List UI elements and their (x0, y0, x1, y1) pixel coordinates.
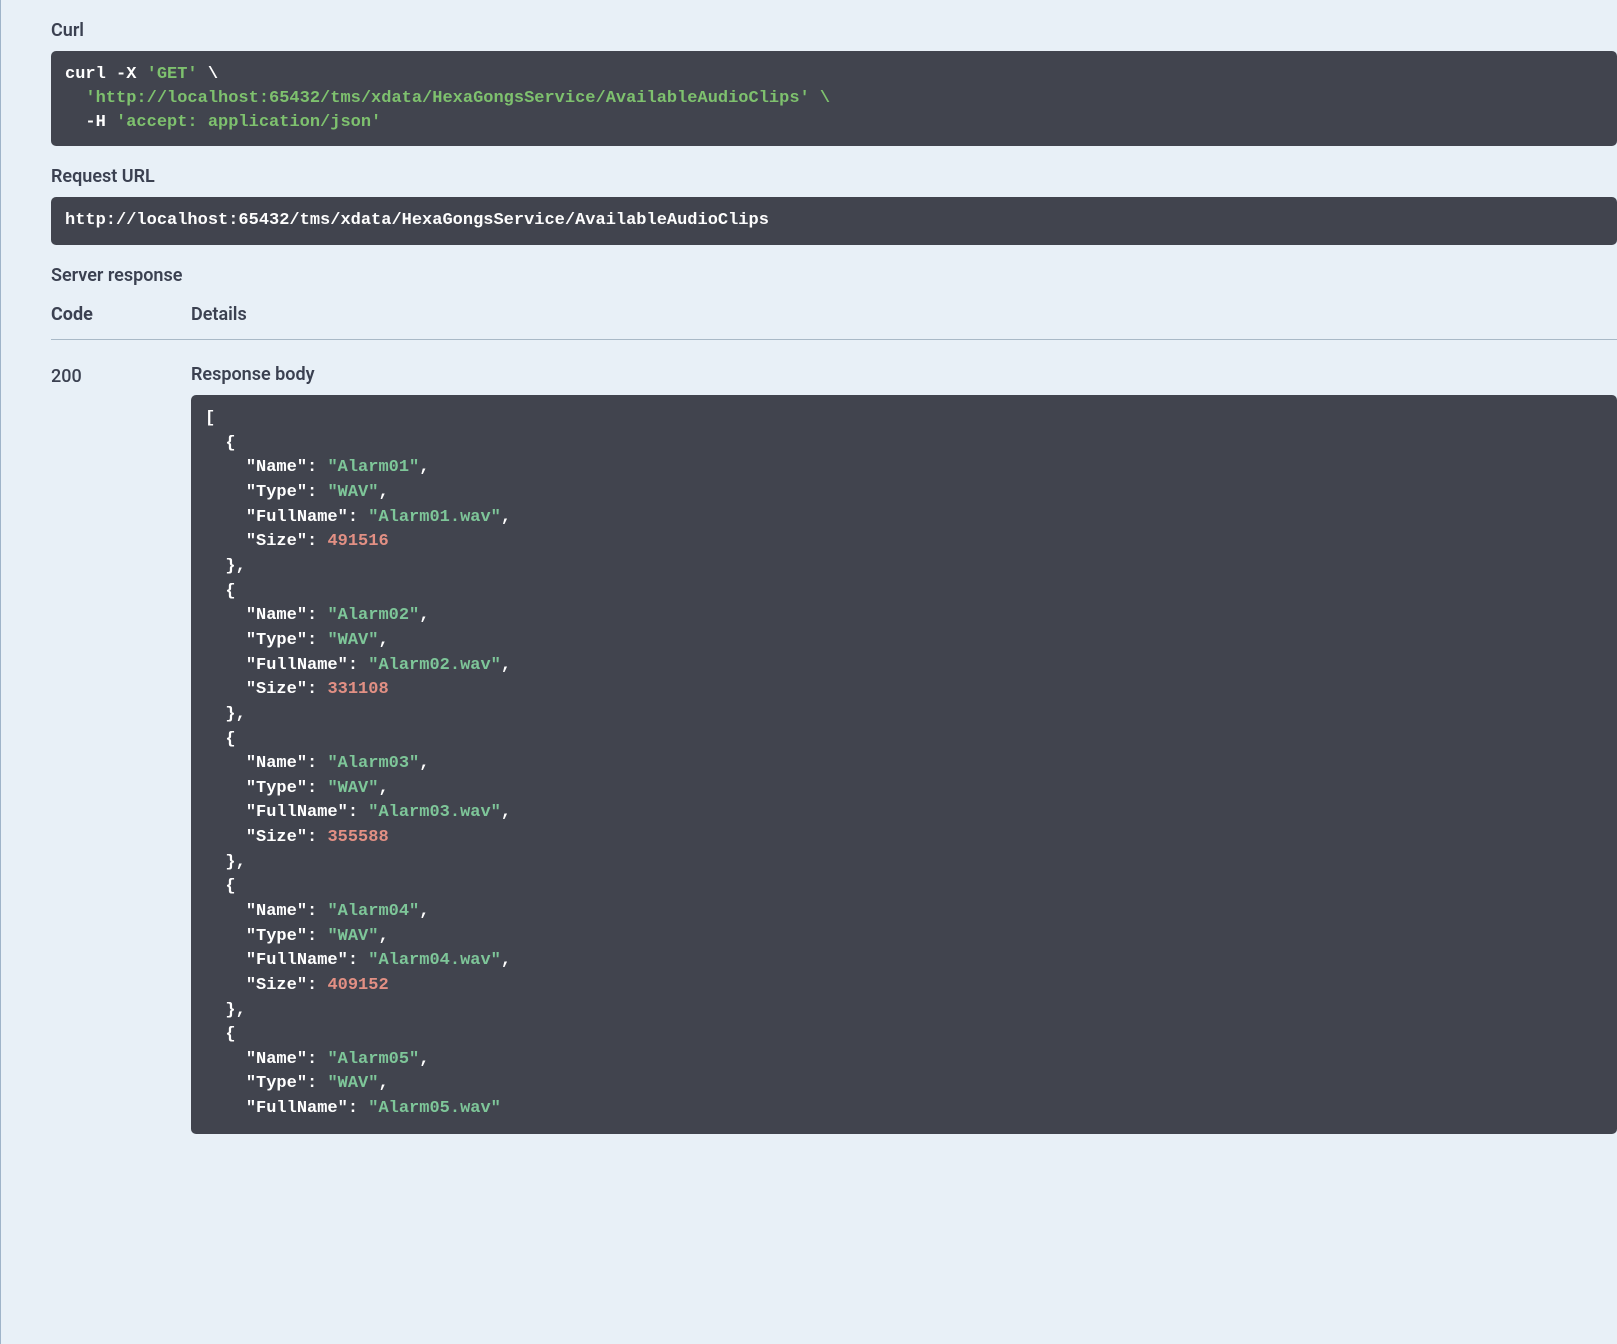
status-code: 200 (51, 364, 191, 1134)
server-response-label: Server response (51, 265, 1617, 286)
response-details: Response body [ { "Name": "Alarm01", "Ty… (191, 364, 1617, 1134)
response-body-block[interactable]: [ { "Name": "Alarm01", "Type": "WAV", "F… (191, 395, 1617, 1134)
swagger-response-panel: Curl curl -X 'GET' \ 'http://localhost:6… (1, 0, 1617, 1134)
response-row: 200 Response body [ { "Name": "Alarm01",… (51, 364, 1617, 1134)
request-url-value: http://localhost:65432/tms/xdata/HexaGon… (65, 211, 769, 230)
curl-label: Curl (51, 20, 1617, 41)
curl-code-block[interactable]: curl -X 'GET' \ 'http://localhost:65432/… (51, 51, 1617, 146)
response-table-header: Code Details (51, 304, 1617, 340)
code-column-header: Code (51, 304, 191, 325)
response-body-label: Response body (191, 364, 1617, 385)
request-url-label: Request URL (51, 166, 1617, 187)
details-column-header: Details (191, 304, 247, 325)
request-url-block[interactable]: http://localhost:65432/tms/xdata/HexaGon… (51, 197, 1617, 245)
